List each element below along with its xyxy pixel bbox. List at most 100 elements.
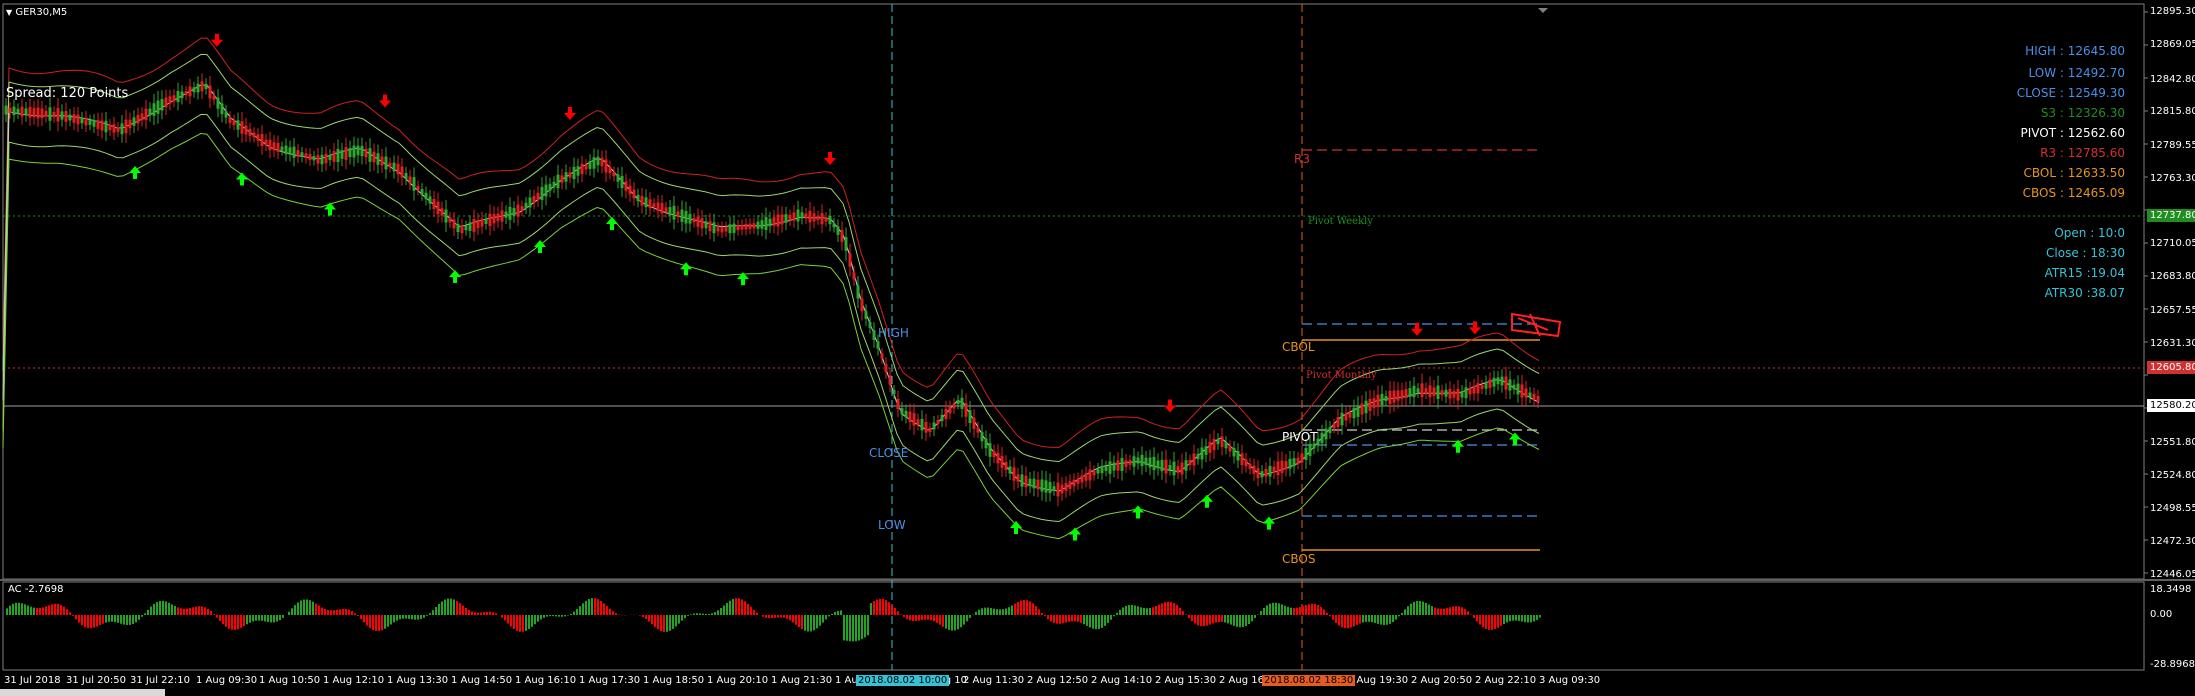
ac-bar bbox=[309, 600, 311, 615]
ac-bar bbox=[747, 603, 749, 615]
candle-body bbox=[1372, 398, 1376, 408]
down-arrow-icon bbox=[824, 152, 836, 165]
ac-bar bbox=[588, 599, 590, 615]
ac-bar bbox=[489, 611, 491, 615]
ac-bar bbox=[501, 615, 503, 618]
ac-bar bbox=[1137, 606, 1139, 615]
candle-body bbox=[1384, 396, 1388, 401]
price-chart[interactable] bbox=[0, 0, 2195, 696]
chevron-down-icon[interactable]: ▼ bbox=[6, 8, 12, 17]
ac-bar bbox=[978, 609, 980, 615]
ac-y-label: 18.3498 bbox=[2150, 584, 2192, 595]
ac-bar bbox=[1401, 612, 1403, 615]
candle-body bbox=[1496, 377, 1500, 385]
candle-body bbox=[432, 199, 436, 209]
ac-bar bbox=[1014, 603, 1016, 615]
up-arrow-icon bbox=[236, 172, 248, 186]
candle-body bbox=[1036, 479, 1040, 490]
price-bands bbox=[2, 37, 1540, 540]
ac-bar bbox=[180, 608, 182, 615]
x-label: 1 Aug 09:30 bbox=[196, 675, 258, 686]
ac-bar bbox=[1284, 605, 1286, 615]
ac-bar bbox=[1215, 615, 1217, 623]
ac-bar bbox=[165, 601, 167, 615]
candle-body bbox=[816, 215, 820, 221]
ac-bar bbox=[300, 600, 302, 615]
ac-bar bbox=[663, 615, 665, 632]
candle-body bbox=[188, 86, 192, 97]
ac-bar bbox=[513, 615, 515, 629]
candle-body bbox=[916, 419, 920, 425]
candle-body bbox=[1056, 482, 1060, 497]
candle-body bbox=[808, 210, 812, 223]
ac-bar bbox=[930, 615, 932, 621]
ac-bar bbox=[1446, 608, 1448, 615]
candle-body bbox=[920, 418, 924, 431]
ac-bar bbox=[1056, 615, 1058, 624]
ac-bar bbox=[1236, 615, 1238, 627]
ac-bar bbox=[1116, 612, 1118, 615]
ac-bar bbox=[810, 615, 812, 632]
ac-bar bbox=[792, 615, 794, 623]
candle-body bbox=[1144, 457, 1148, 466]
ac-bar bbox=[1539, 615, 1541, 618]
candle-body bbox=[1256, 468, 1260, 479]
ac-bar bbox=[1491, 615, 1493, 630]
ac-bar bbox=[1005, 608, 1007, 615]
ac-bar bbox=[768, 615, 770, 619]
candle-body bbox=[944, 408, 948, 420]
ac-bar bbox=[1194, 615, 1196, 624]
ac-bar bbox=[582, 603, 584, 615]
ac-bar bbox=[1164, 602, 1166, 615]
ac-bar bbox=[318, 605, 320, 615]
x-label: 1 Aug 14:50 bbox=[451, 675, 513, 686]
ac-bar bbox=[72, 615, 74, 616]
down-arrow-icon bbox=[379, 94, 391, 108]
ac-bar bbox=[954, 615, 956, 631]
candle-body bbox=[1348, 412, 1352, 418]
candle-body bbox=[268, 139, 272, 151]
symbol-label[interactable]: ▼ GER30,M5 bbox=[6, 7, 67, 18]
ac-bar bbox=[1509, 615, 1511, 622]
ac-bar bbox=[231, 615, 233, 630]
ac-bar bbox=[519, 615, 521, 632]
candle-body bbox=[512, 208, 516, 216]
ac-bar bbox=[1431, 606, 1433, 615]
candle-body bbox=[172, 95, 176, 102]
candle-body bbox=[796, 209, 800, 222]
candle-body bbox=[476, 219, 480, 229]
candle-body bbox=[324, 153, 328, 164]
ac-bar bbox=[306, 599, 308, 615]
chart-tab-strip[interactable] bbox=[0, 689, 165, 696]
candle-body bbox=[872, 330, 876, 340]
down-arrow-icon bbox=[1164, 399, 1176, 413]
candle-body bbox=[996, 452, 1000, 464]
candle-body bbox=[1156, 460, 1160, 469]
candle-body bbox=[580, 163, 584, 175]
candle-body bbox=[900, 408, 904, 415]
ac-bar bbox=[1290, 607, 1292, 615]
ac-bar bbox=[1098, 615, 1100, 629]
candle-body bbox=[1076, 478, 1080, 484]
ac-bar bbox=[441, 601, 443, 615]
ac-bar bbox=[93, 615, 95, 628]
ac-bar bbox=[714, 612, 716, 615]
chart-window[interactable]: ▼ GER30,M5 Spread: 120 Points HIGH : 126… bbox=[0, 0, 2195, 696]
candle-body bbox=[548, 184, 552, 191]
candle-body bbox=[868, 322, 872, 328]
candle-body bbox=[540, 186, 544, 201]
lower-band-line bbox=[2, 113, 1540, 523]
ac-bar bbox=[573, 611, 575, 615]
ac-bar bbox=[723, 605, 725, 615]
indicator-name: AC -2.7698 bbox=[8, 584, 64, 595]
ac-bar bbox=[657, 615, 659, 630]
ac-bar bbox=[861, 615, 863, 640]
ac-bar bbox=[777, 615, 779, 618]
ac-bar bbox=[249, 615, 251, 623]
ac-bar bbox=[1443, 608, 1445, 615]
ac-bar bbox=[279, 615, 281, 621]
up-arrow-icon bbox=[1509, 432, 1521, 446]
candle-body bbox=[684, 211, 688, 224]
candle-body bbox=[400, 166, 404, 178]
candle-body bbox=[1416, 388, 1420, 393]
